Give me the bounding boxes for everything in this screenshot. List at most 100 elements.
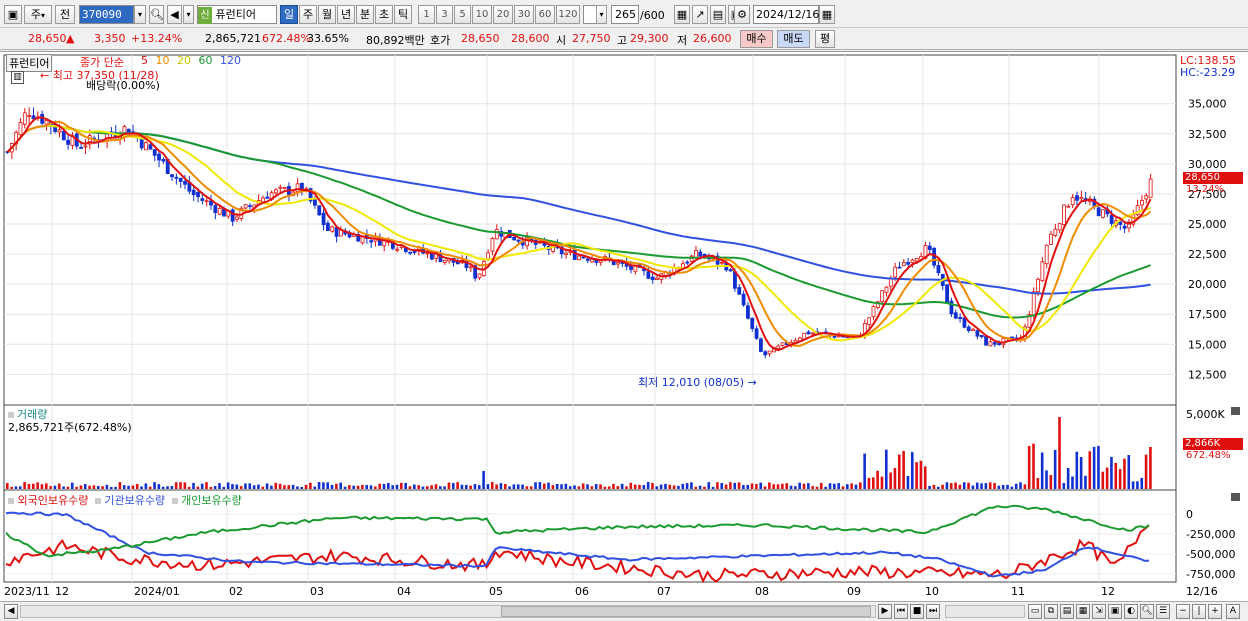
zoom-in-icon[interactable]: + (1208, 604, 1222, 619)
ask-price: 28,650 (461, 32, 500, 45)
period-second[interactable]: 초 (375, 5, 393, 24)
stop-icon[interactable]: ■ (910, 604, 924, 619)
font-size-icon[interactable]: A (1226, 604, 1240, 619)
volume-bar (70, 482, 74, 489)
layout-icon[interactable]: ▭ (1028, 604, 1042, 619)
chart-area[interactable]: 35,000 32,500 30,000 27,500 25,000 22,500 20,0… (0, 51, 1248, 603)
price-tick-label: 25,000 (1188, 218, 1227, 231)
interval-3[interactable]: 3 (436, 5, 453, 24)
window-menu-icon[interactable]: ▣ (4, 5, 22, 24)
interval-60[interactable]: 60 (535, 5, 555, 24)
candle-body (655, 277, 659, 280)
change-percent: +13.24% (131, 32, 183, 45)
indicator-icon[interactable]: ▤ (710, 5, 726, 24)
volume-bar (646, 482, 650, 489)
zoom-reset-icon[interactable]: | (1192, 604, 1206, 619)
candle-body (884, 286, 889, 293)
scroll-thumb[interactable] (501, 606, 871, 617)
volume-bar (23, 482, 26, 489)
volume-bar (75, 486, 78, 489)
volume-panel-close-icon[interactable] (1231, 407, 1240, 415)
interval-120[interactable]: 120 (556, 5, 580, 24)
sell-button[interactable]: 매도 (777, 30, 810, 48)
search-icon[interactable]: 🔍︎ (149, 5, 164, 24)
toggle-icon[interactable]: ◐ (1124, 604, 1138, 619)
candle-body (200, 198, 205, 201)
data-count-input[interactable]: 265 (611, 5, 639, 24)
price-tick-label: 30,000 (1188, 158, 1227, 171)
period-tick[interactable]: 틱 (394, 5, 412, 24)
current-pct-tag: 13.24% (1186, 184, 1225, 195)
speed-slider[interactable] (945, 605, 1025, 618)
stock-name-field[interactable]: 신 퓨런티어 (197, 5, 277, 24)
prev-button[interactable]: 전 (55, 5, 75, 24)
volume-bar (283, 485, 286, 489)
individual-holders-label: 개인보유수량 (181, 494, 242, 507)
volume-bar (534, 482, 537, 489)
chevron-down-icon[interactable]: ▾ (596, 5, 607, 24)
avg-button[interactable]: 평 (815, 30, 835, 48)
trade-amount: 80,892백만 (366, 34, 425, 47)
volume-bar (729, 482, 732, 489)
volume-bar (326, 482, 330, 489)
forward-icon[interactable]: ⏭ (926, 604, 940, 619)
price-axis: 35,00032,50030,00027,50025,00022,50020,0… (1188, 98, 1227, 382)
volume-bar (867, 477, 871, 489)
period-week[interactable]: 주 (299, 5, 317, 24)
stock-code-input[interactable]: 370090 (79, 5, 134, 24)
date-input[interactable]: 2024/12/16 (753, 5, 819, 24)
export-icon[interactable]: ⇲ (1092, 604, 1106, 619)
candle-body (763, 351, 768, 356)
print-icon[interactable]: ▦ (1076, 604, 1090, 619)
price-chart[interactable]: 35,00032,50030,00027,50025,00022,50020,0… (0, 52, 1248, 604)
period-year[interactable]: 년 (337, 5, 355, 24)
volume-bar (187, 486, 191, 489)
scroll-left-icon[interactable]: ◀ (4, 604, 18, 619)
interval-5[interactable]: 5 (454, 5, 471, 24)
volume-bar (772, 484, 776, 489)
calendar-icon[interactable]: ▦ (819, 5, 835, 24)
period-month[interactable]: 월 (318, 5, 336, 24)
candle-body (910, 259, 915, 263)
market-select[interactable]: 주▾ (24, 5, 52, 24)
volume-bar (62, 486, 65, 489)
candle-style-icon[interactable]: ▥ (11, 71, 24, 84)
low-annotation: 최저 12,010 (08/05) → (638, 376, 757, 389)
candle-body (893, 266, 898, 278)
volume-bar (945, 482, 949, 489)
volume-bar (629, 482, 633, 489)
current-price: 28,650 (28, 32, 67, 45)
drawing-tools-icon[interactable]: ↗ (692, 5, 708, 24)
gear-icon[interactable]: ⚙ (734, 5, 750, 24)
volume-bar (802, 483, 806, 489)
zoom-out-icon[interactable]: − (1176, 604, 1190, 619)
code-dropdown-icon[interactable]: ▾ (134, 5, 146, 24)
speaker-icon[interactable]: ◀ (167, 5, 182, 24)
candle-body (646, 271, 651, 279)
foreign-holders-label: 외국인보유수량 (17, 494, 89, 507)
list-icon[interactable]: ☰ (1156, 604, 1170, 619)
rewind-icon[interactable]: ⏮ (894, 604, 908, 619)
copy-icon[interactable]: ⧉ (1044, 604, 1058, 619)
chevron-down-icon[interactable]: ▾ (183, 5, 194, 24)
image-icon[interactable]: ▣ (1108, 604, 1122, 619)
interval-30[interactable]: 30 (514, 5, 534, 24)
interval-20[interactable]: 20 (493, 5, 513, 24)
volume-bar (928, 485, 931, 489)
split-icon[interactable]: ▤ (1060, 604, 1074, 619)
zoom-icon[interactable]: 🔍︎ (1140, 604, 1154, 619)
volume-bar (196, 486, 200, 489)
x-end-label: 12/16 (1186, 585, 1218, 598)
scroll-right-icon[interactable]: ▶ (878, 604, 892, 619)
volume-bar (317, 482, 321, 489)
candle-body (988, 341, 993, 347)
period-minute[interactable]: 분 (356, 5, 374, 24)
scroll-track[interactable] (20, 605, 876, 618)
buy-button[interactable]: 매수 (740, 30, 773, 48)
grid-tools-icon[interactable]: ▦ (674, 5, 690, 24)
interval-1[interactable]: 1 (418, 5, 435, 24)
period-day[interactable]: 일 (280, 5, 298, 24)
candle-body (230, 209, 235, 222)
holders-panel-close-icon[interactable] (1231, 493, 1240, 501)
interval-10[interactable]: 10 (472, 5, 492, 24)
